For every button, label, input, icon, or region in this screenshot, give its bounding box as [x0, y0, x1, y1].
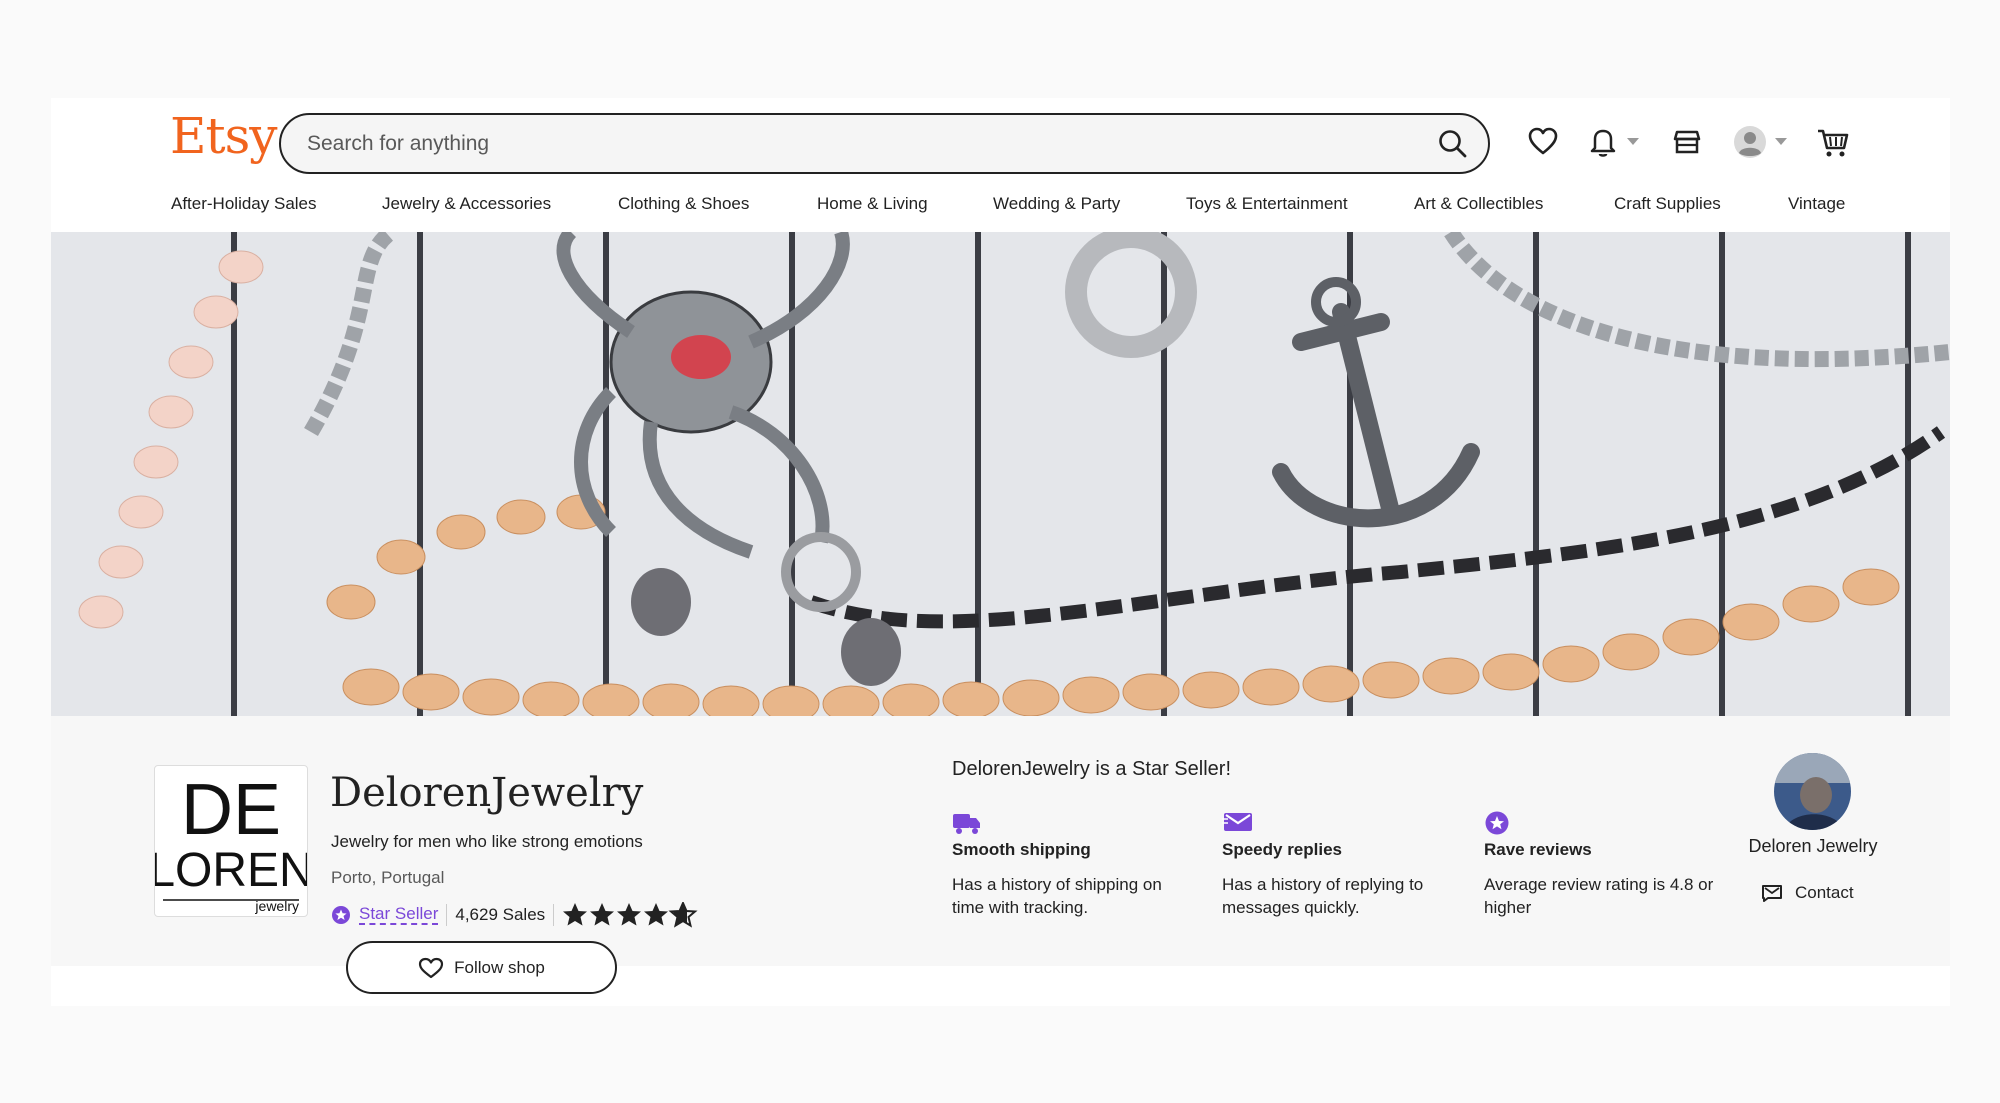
follow-shop-button[interactable]: Follow shop: [346, 941, 617, 994]
etsy-logo[interactable]: Etsy: [170, 111, 277, 161]
contact-button[interactable]: Contact: [1761, 883, 1854, 903]
search-icon: [1439, 130, 1467, 158]
account-button[interactable]: [1732, 124, 1768, 160]
star-icon: [617, 903, 642, 926]
nav-item-art-collectibles[interactable]: Art & Collectibles: [1414, 194, 1543, 214]
message-icon: [1222, 813, 1252, 831]
chevron-down-icon: [1627, 138, 1639, 145]
shop-icon: [1673, 130, 1701, 154]
cart-button[interactable]: [1816, 124, 1850, 160]
search-button[interactable]: [1436, 127, 1470, 161]
feature-rave-reviews: Rave reviews Average review rating is 4.…: [1484, 810, 1724, 920]
notifications-button[interactable]: [1588, 124, 1618, 160]
shop-logo[interactable]: DE LOREN jewelry: [148, 765, 314, 917]
feature-title: Rave reviews: [1484, 840, 1592, 859]
heart-icon: [419, 957, 444, 978]
rating-stars[interactable]: [562, 902, 702, 928]
feature-text: Average review rating is 4.8 or higher: [1484, 875, 1714, 917]
heart-icon: [1528, 127, 1558, 155]
shop-rating-row: Star Seller 4,629 Sales: [331, 900, 702, 930]
shop-name: DelorenJewelry: [330, 770, 644, 816]
divider: [553, 904, 555, 926]
feature-title: Smooth shipping: [952, 840, 1091, 859]
nav-item-jewelry-accessories[interactable]: Jewelry & Accessories: [382, 194, 551, 214]
nav-item-clothing-shoes[interactable]: Clothing & Shoes: [618, 194, 749, 214]
divider: [446, 904, 448, 926]
star-seller-heading: DelorenJewelry is a Star Seller!: [952, 758, 1231, 780]
search-bar[interactable]: [279, 113, 1490, 174]
shop-logo-text-de: DE: [181, 770, 281, 850]
mail-icon: [1762, 885, 1782, 902]
star-badge-icon: [1485, 811, 1509, 835]
truck-icon: [953, 814, 980, 834]
shop-manager-button[interactable]: [1672, 124, 1702, 160]
star-seller-link[interactable]: Star Seller: [359, 904, 439, 926]
favorites-button[interactable]: [1528, 124, 1558, 160]
star-icon: [563, 903, 588, 926]
feature-text: Has a history of shipping on time with t…: [952, 875, 1162, 917]
nav-item-wedding-party[interactable]: Wedding & Party: [993, 194, 1120, 214]
cart-icon: [1818, 129, 1849, 157]
contact-label: Contact: [1795, 883, 1854, 902]
shop-logo-text-loren: LOREN: [155, 844, 307, 897]
nav-item-home-living[interactable]: Home & Living: [817, 194, 928, 214]
feature-speedy-replies: Speedy replies Has a history of replying…: [1222, 810, 1462, 920]
follow-shop-label: Follow shop: [454, 957, 545, 977]
star-icon: [644, 903, 669, 926]
feature-title: Speedy replies: [1222, 840, 1343, 859]
bell-icon: [1590, 129, 1616, 157]
nav-item-craft-supplies[interactable]: Craft Supplies: [1614, 194, 1721, 214]
star-icon: [590, 903, 615, 926]
nav-item-toys-entertainment[interactable]: Toys & Entertainment: [1186, 194, 1348, 214]
shop-banner-image: [51, 232, 1950, 716]
feature-text: Has a history of replying to messages qu…: [1222, 875, 1424, 917]
search-input[interactable]: [307, 115, 1387, 172]
owner-name[interactable]: Deloren Jewelry: [1720, 836, 1906, 857]
owner-avatar[interactable]: [1774, 753, 1851, 830]
nav-item-vintage[interactable]: Vintage: [1788, 194, 1845, 214]
shop-location: Porto, Portugal: [331, 868, 445, 887]
chevron-down-icon: [1775, 138, 1787, 145]
shop-tagline: Jewelry for men who like strong emotions: [331, 832, 643, 851]
feature-smooth-shipping: Smooth shipping Has a history of shippin…: [952, 810, 1192, 920]
star-seller-badge-icon: [332, 906, 350, 924]
shop-logo-text-jewelry: jewelry: [254, 898, 299, 914]
nav-item-after-holiday-sales[interactable]: After-Holiday Sales: [171, 194, 317, 214]
sales-count: 4,629 Sales: [455, 905, 546, 924]
account-avatar-icon: [1734, 126, 1766, 158]
